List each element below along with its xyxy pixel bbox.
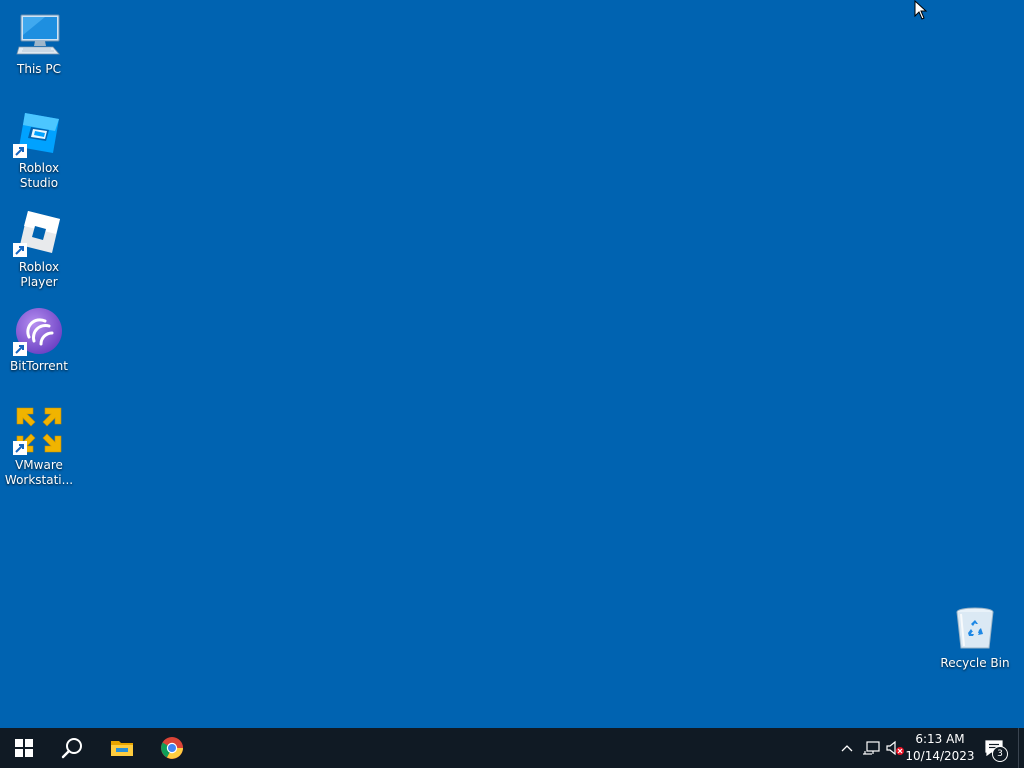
network-button[interactable] <box>860 728 882 768</box>
folder-icon <box>111 741 133 756</box>
action-center-button[interactable]: 3 <box>980 728 1008 768</box>
search-icon <box>61 738 82 759</box>
clock-time: 6:13 AM <box>915 732 965 746</box>
shortcut-arrow-icon <box>13 441 27 455</box>
desktop-icon-bittorrent[interactable]: BitTorrent <box>0 301 78 374</box>
show-desktop-button[interactable] <box>1018 728 1024 768</box>
desktop-icon-label: BitTorrent <box>10 359 68 373</box>
desktop-icon-recycle-bin[interactable]: Recycle Bin <box>936 598 1014 671</box>
desktop-icon-label: Roblox Studio <box>18 161 60 190</box>
roblox-studio-icon <box>13 109 63 158</box>
volume-muted-icon <box>886 740 904 756</box>
tray-overflow-button[interactable] <box>838 728 856 768</box>
roblox-player-icon <box>13 208 63 257</box>
shortcut-arrow-icon <box>13 144 27 158</box>
desktop-icon-label: This PC <box>17 62 61 76</box>
chevron-up-icon <box>841 745 853 752</box>
desktop-icon-vmware[interactable]: VMware Workstati... <box>0 400 78 488</box>
windows-logo-icon <box>15 739 33 757</box>
desktop[interactable]: This PC Roblox Studio Roblox Player BitT… <box>0 0 1024 728</box>
clock[interactable]: 6:13 AM 10/14/2023 <box>904 728 976 768</box>
mouse-cursor-icon <box>914 0 928 20</box>
desktop-icon-roblox-studio[interactable]: Roblox Studio <box>0 103 78 191</box>
chrome-button[interactable] <box>148 728 196 768</box>
recycle-bin-icon <box>951 604 999 652</box>
shortcut-arrow-icon <box>13 342 27 356</box>
vmware-icon <box>13 406 63 455</box>
volume-button[interactable] <box>884 728 906 768</box>
file-explorer-button[interactable] <box>98 728 146 768</box>
network-icon <box>863 741 880 755</box>
notification-count-badge: 3 <box>992 746 1008 762</box>
start-button[interactable] <box>0 728 48 768</box>
chrome-icon <box>161 737 183 759</box>
bittorrent-icon <box>13 307 63 356</box>
search-button[interactable] <box>48 728 96 768</box>
desktop-icon-label: Roblox Player <box>18 260 60 289</box>
desktop-icon-this-pc[interactable]: This PC <box>0 4 78 77</box>
desktop-icon-label: VMware Workstati... <box>4 458 74 487</box>
taskbar: 6:13 AM 10/14/2023 3 <box>0 728 1024 768</box>
shortcut-arrow-icon <box>13 243 27 257</box>
this-pc-icon <box>15 10 63 58</box>
clock-date: 10/14/2023 <box>905 749 975 763</box>
desktop-icon-roblox-player[interactable]: Roblox Player <box>0 202 78 290</box>
desktop-icon-label: Recycle Bin <box>940 656 1010 670</box>
